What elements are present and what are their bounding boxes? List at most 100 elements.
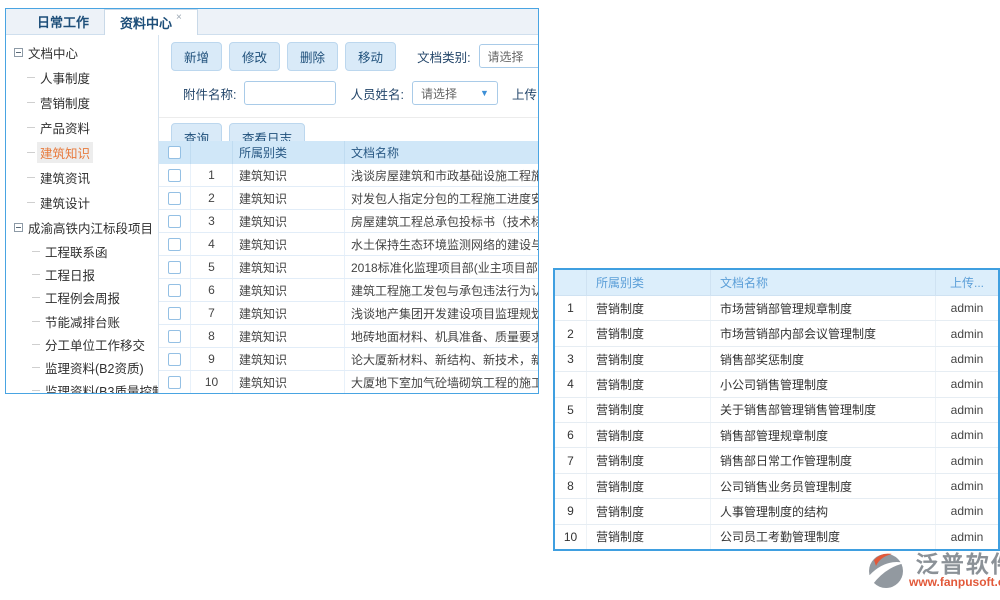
row-checkbox[interactable] [168, 169, 181, 182]
collapse-icon[interactable] [14, 223, 23, 232]
edit-button[interactable]: 修改 [229, 42, 280, 71]
row-index: 3 [191, 210, 233, 232]
close-icon[interactable]: × [176, 12, 182, 23]
row-category: 建筑知识 [233, 256, 345, 278]
row-index: 5 [555, 398, 587, 422]
table-row[interactable]: 5 建筑知识 2018标准化监理项目部(业主项目部)人员... [159, 256, 538, 279]
table-row[interactable]: 1 建筑知识 浅谈房屋建筑和市政基础设施工程施工... [159, 164, 538, 187]
row-uploader: admin [936, 474, 998, 498]
sidebar-item[interactable]: 节能减排台账 [6, 310, 158, 333]
tree-node-project[interactable]: 成渝高铁内江标段项目 [6, 215, 158, 240]
row-category: 建筑知识 [233, 233, 345, 255]
table-row[interactable]: 9 营销制度 人事管理制度的结构 admin [555, 499, 998, 524]
header-index [191, 141, 233, 164]
sidebar-item[interactable]: 建筑知识 [6, 140, 158, 165]
row-category: 建筑知识 [233, 279, 345, 301]
select-all-checkbox[interactable] [168, 146, 181, 159]
move-button[interactable]: 移动 [345, 42, 396, 71]
row-checkbox[interactable] [168, 261, 181, 274]
table-row[interactable]: 3 营销制度 销售部奖惩制度 admin [555, 347, 998, 372]
row-doc-name: 关于销售部管理销售管理制度 [711, 398, 936, 422]
header-index [555, 270, 587, 295]
table-row[interactable]: 10 建筑知识 大厦地下室加气砼墙砌筑工程的施工方... [159, 371, 538, 393]
sidebar-item[interactable]: 建筑设计 [6, 190, 158, 215]
table-row[interactable]: 5 营销制度 关于销售部管理销售管理制度 admin [555, 398, 998, 423]
row-checkbox[interactable] [168, 192, 181, 205]
row-uploader: admin [936, 448, 998, 472]
sidebar-item[interactable]: 工程例会周报 [6, 286, 158, 309]
doc-type-label: 文档类别: [417, 47, 470, 66]
table-body: 1 建筑知识 浅谈房屋建筑和市政基础设施工程施工... 2 建筑知识 对发包人指… [159, 164, 538, 393]
row-checkbox[interactable] [168, 284, 181, 297]
row-checkbox[interactable] [168, 215, 181, 228]
table-row[interactable]: 2 营销制度 市场营销部内部会议管理制度 admin [555, 321, 998, 346]
row-doc-name: 建筑工程施工发包与承包违法行为认定... [345, 279, 538, 301]
row-checkbox[interactable] [168, 353, 181, 366]
sidebar-item[interactable]: 营销制度 [6, 90, 158, 115]
row-doc-name: 论大厦新材料、新结构、新技术，新工... [345, 348, 538, 370]
header-doc-name: 文档名称 [711, 270, 936, 295]
table-row[interactable]: 10 营销制度 公司员工考勤管理制度 admin [555, 525, 998, 549]
delete-button[interactable]: 删除 [287, 42, 338, 71]
tab-data-center[interactable]: 资料中心 × [104, 9, 198, 35]
row-uploader: admin [936, 296, 998, 320]
marketing-doc-panel: 所属别类 文档名称 上传... 1 营销制度 市场营销部管理规章制度 admin… [553, 268, 1000, 551]
row-index: 6 [191, 279, 233, 301]
sidebar-item-label: 工程例会周报 [42, 287, 123, 308]
row-checkbox[interactable] [168, 238, 181, 251]
row-doc-name: 浅谈房屋建筑和市政基础设施工程施工... [345, 164, 538, 186]
header-doc-name: 文档名称 [345, 141, 538, 164]
table-row[interactable]: 1 营销制度 市场营销部管理规章制度 admin [555, 296, 998, 321]
table-row[interactable]: 7 营销制度 销售部日常工作管理制度 admin [555, 448, 998, 473]
header-uploader: 上传... [936, 270, 998, 295]
table-row[interactable]: 9 建筑知识 论大厦新材料、新结构、新技术，新工... [159, 348, 538, 371]
sidebar-item-label: 工程联系函 [42, 241, 111, 262]
sidebar-item[interactable]: 人事制度 [6, 65, 158, 90]
table-row[interactable]: 6 建筑知识 建筑工程施工发包与承包违法行为认定... [159, 279, 538, 302]
sidebar-item[interactable]: 产品资料 [6, 115, 158, 140]
fanpu-url[interactable]: www.fanpusoft.com [909, 576, 1000, 589]
doc-type-select[interactable]: 请选择 ▼ [479, 44, 538, 68]
row-checkbox[interactable] [168, 330, 181, 343]
table-row[interactable]: 6 营销制度 销售部管理规章制度 admin [555, 423, 998, 448]
table-row[interactable]: 3 建筑知识 房屋建筑工程总承包投标书（技术标）... [159, 210, 538, 233]
sidebar-item[interactable]: 监理资料(B2资质) [6, 356, 158, 379]
tab-daily-work[interactable]: 日常工作 [22, 9, 104, 34]
row-index: 10 [191, 371, 233, 393]
row-index: 2 [191, 187, 233, 209]
table-row[interactable]: 7 建筑知识 浅谈地产集团开发建设项目监理规划编... [159, 302, 538, 325]
row-category: 营销制度 [587, 423, 711, 447]
tree-node-label: 文档中心 [28, 43, 78, 62]
sidebar-tree: 文档中心 人事制度 营销制度 产品资料 [6, 35, 159, 393]
tree-node-document-center[interactable]: 文档中心 [6, 40, 158, 65]
row-index: 4 [191, 233, 233, 255]
sidebar-item[interactable]: 工程联系函 [6, 240, 158, 263]
person-name-select[interactable]: 请选择 ▼ [412, 81, 498, 105]
sidebar-item[interactable]: 工程日报 [6, 263, 158, 286]
table-row[interactable]: 8 建筑知识 地砖地面材料、机具准备、质量要求及... [159, 325, 538, 348]
sidebar-item-label: 建筑知识 [37, 142, 93, 163]
sidebar-item[interactable]: 建筑资讯 [6, 165, 158, 190]
row-category: 营销制度 [587, 296, 711, 320]
table-row[interactable]: 4 建筑知识 水土保持生态环境监测网络的建设与资... [159, 233, 538, 256]
table-row[interactable]: 8 营销制度 公司销售业务员管理制度 admin [555, 474, 998, 499]
row-uploader: admin [936, 423, 998, 447]
document-list-pane: 新增 修改 删除 移动 文档类别: 请选择 ▼ 文档 附件名称: 人员姓名: 请… [159, 35, 538, 393]
row-doc-name: 销售部管理规章制度 [711, 423, 936, 447]
attachment-name-input[interactable] [244, 81, 336, 105]
row-checkbox[interactable] [168, 307, 181, 320]
sidebar-item-label: 营销制度 [37, 92, 93, 113]
person-name-label: 人员姓名: [350, 84, 403, 103]
row-doc-name: 大厦地下室加气砼墙砌筑工程的施工方... [345, 371, 538, 393]
row-uploader: admin [936, 347, 998, 371]
collapse-icon[interactable] [14, 48, 23, 57]
table-row[interactable]: 2 建筑知识 对发包人指定分包的工程施工进度安排... [159, 187, 538, 210]
row-doc-name: 房屋建筑工程总承包投标书（技术标）... [345, 210, 538, 232]
row-checkbox[interactable] [168, 376, 181, 389]
add-button[interactable]: 新增 [171, 42, 222, 71]
upload-date-label: 上传日期 [512, 84, 538, 103]
row-category: 建筑知识 [233, 302, 345, 324]
sidebar-item[interactable]: 监理资料(B3质量控制) [6, 379, 158, 393]
table-row[interactable]: 4 营销制度 小公司销售管理制度 admin [555, 372, 998, 397]
sidebar-item[interactable]: 分工单位工作移交 [6, 333, 158, 356]
